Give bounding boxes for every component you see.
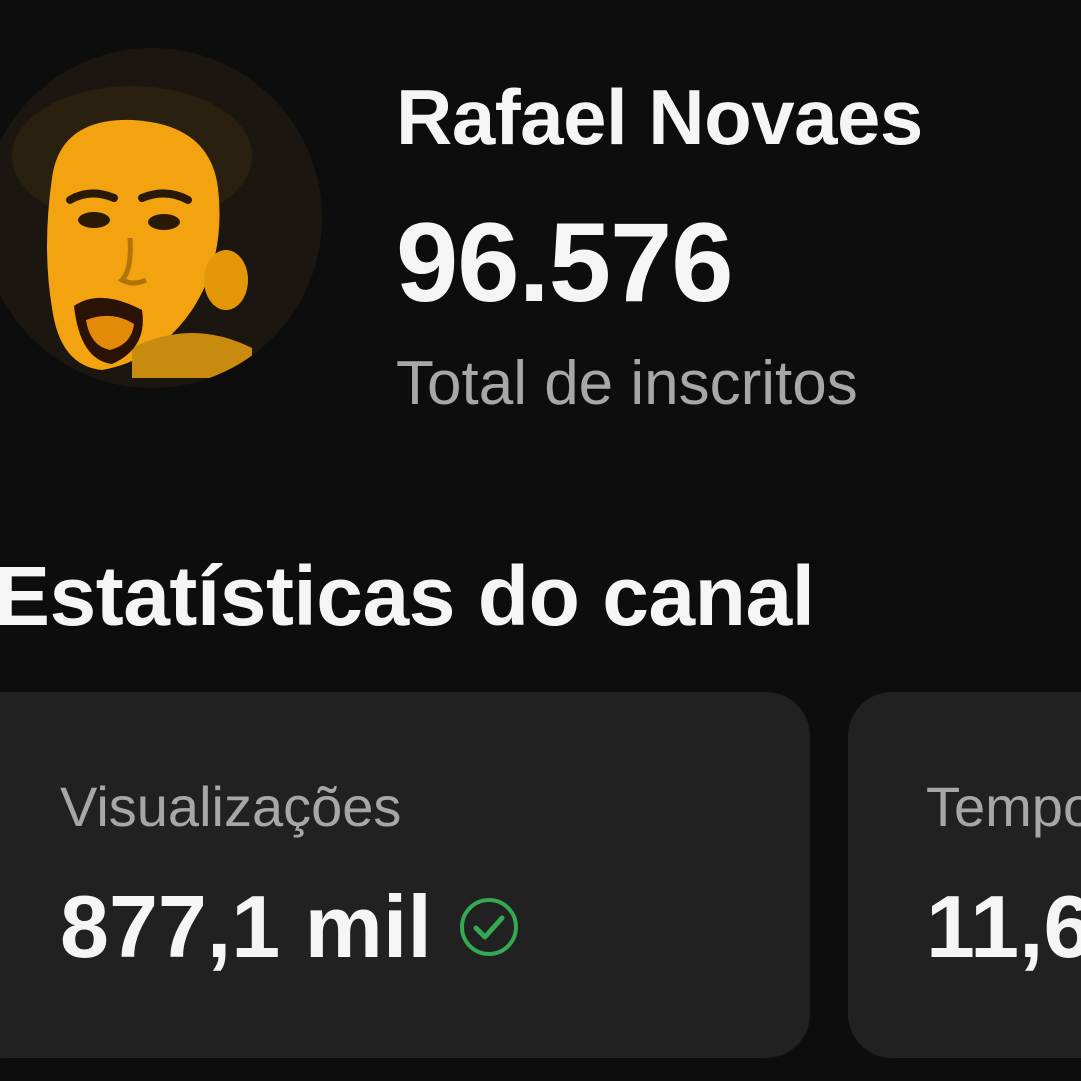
subscriber-label: Total de inscritos — [396, 349, 858, 418]
views-label: Visualizações — [60, 775, 402, 838]
channel-analytics-screen: Rafael Novaes 96.576 Total de inscritos … — [0, 0, 1081, 1081]
avatar-photo-icon — [0, 48, 322, 388]
check-circle-icon — [458, 896, 520, 958]
watch-time-stat-card[interactable]: Tempo 11,6 — [848, 692, 1081, 1058]
views-stat-card[interactable]: Visualizações 877,1 mil — [0, 692, 810, 1058]
channel-avatar[interactable] — [0, 48, 322, 388]
subscriber-count: 96.576 — [396, 200, 734, 325]
section-title: Estatísticas do canal — [0, 549, 815, 643]
views-value-row: 877,1 mil — [60, 876, 520, 978]
watch-time-value: 11,6 — [926, 877, 1081, 976]
channel-name: Rafael Novaes — [396, 73, 923, 161]
watch-time-label: Tempo — [926, 775, 1081, 838]
watch-time-value-row: 11,6 — [926, 876, 1081, 978]
views-value: 877,1 mil — [60, 877, 432, 976]
